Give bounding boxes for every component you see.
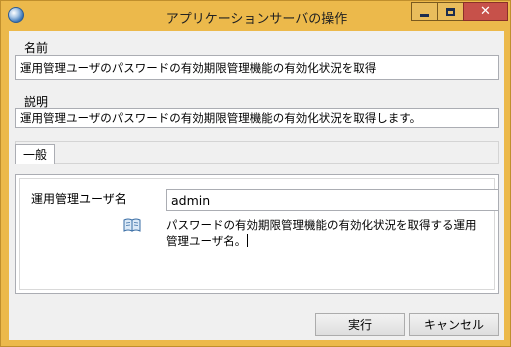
cancel-button[interactable]: キャンセル: [409, 313, 499, 336]
help-line-2-text: 管理ユーザ名。: [166, 234, 247, 248]
maximize-button[interactable]: [437, 2, 463, 21]
general-panel: 運用管理ユーザ名 admin パスワードの有効期限管理機能の有効化状況を取得する…: [15, 174, 499, 294]
tab-strip: [15, 141, 499, 164]
help-line-2: 管理ユーザ名。: [166, 233, 486, 249]
close-button[interactable]: ✕: [463, 2, 508, 21]
admin-user-help: パスワードの有効期限管理機能の有効化状況を取得する運用 管理ユーザ名。: [166, 217, 486, 249]
description-field[interactable]: 運用管理ユーザのパスワードの有効期限管理機能の有効化状況を取得します。: [15, 108, 499, 128]
admin-user-label: 運用管理ユーザ名: [31, 192, 127, 206]
text-caret: [247, 234, 249, 247]
dialog-window: アプリケーションサーバの操作 ✕ 名前 運用管理ユーザのパスワードの有効期限管理…: [0, 0, 511, 347]
title-bar[interactable]: アプリケーションサーバの操作 ✕: [1, 1, 511, 31]
tab-general[interactable]: 一般: [15, 144, 55, 164]
run-button[interactable]: 実行: [315, 313, 405, 336]
admin-user-input[interactable]: admin: [166, 189, 499, 211]
book-icon: [123, 218, 141, 232]
general-panel-inner: 運用管理ユーザ名 admin パスワードの有効期限管理機能の有効化状況を取得する…: [19, 178, 499, 290]
help-line-1: パスワードの有効期限管理機能の有効化状況を取得する運用: [166, 218, 477, 232]
name-label: 名前: [24, 41, 49, 55]
minimize-button[interactable]: [411, 2, 437, 21]
dialog-client-area: 名前 運用管理ユーザのパスワードの有効期限管理機能の有効化状況を取得 説明 運用…: [9, 31, 504, 340]
close-icon: ✕: [480, 4, 491, 19]
name-field[interactable]: 運用管理ユーザのパスワードの有効期限管理機能の有効化状況を取得: [15, 55, 499, 80]
minimize-icon: [420, 13, 429, 17]
maximize-icon: [446, 7, 455, 16]
